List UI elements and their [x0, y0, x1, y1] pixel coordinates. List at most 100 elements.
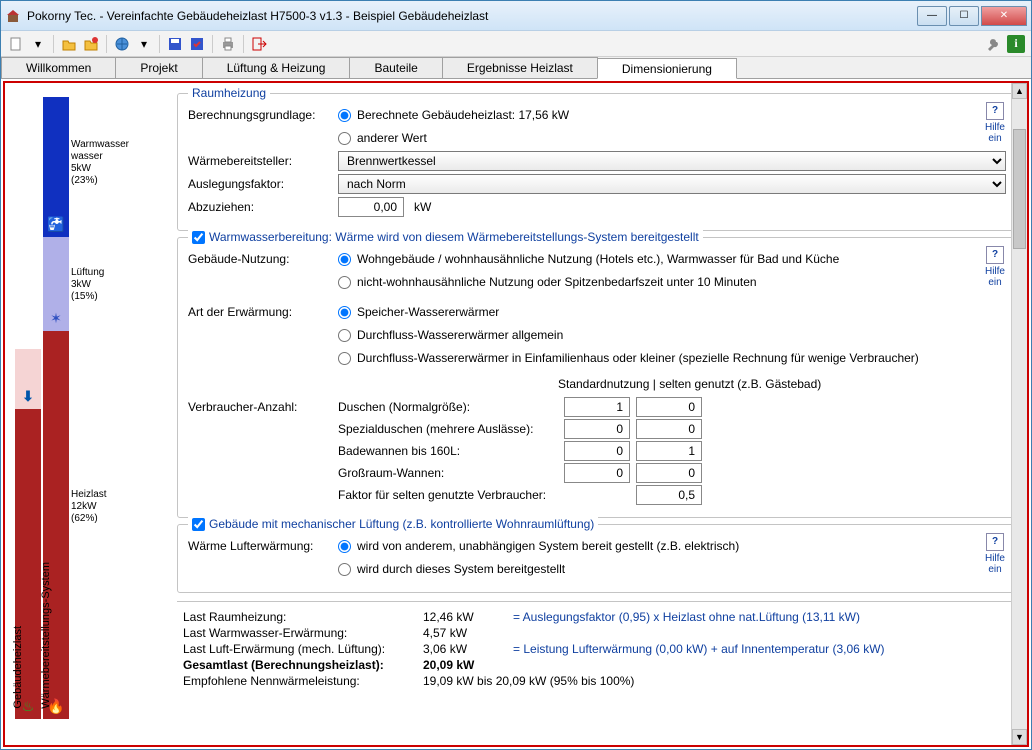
basis-other-radio[interactable]: [338, 132, 351, 145]
art-durchfluss-radio[interactable]: [338, 329, 351, 342]
seg-h-name: Heizlast: [71, 489, 107, 500]
factor-label: Auslegungsfaktor:: [188, 177, 338, 191]
building-load-label: Gebäudeheizlast: [12, 626, 24, 709]
art-efh-label: Durchfluss-Wassererwärmer in Einfamilien…: [357, 351, 919, 365]
app-window: Pokorny Tec. - Vereinfachte Gebäudeheizl…: [0, 0, 1032, 750]
close-button[interactable]: ✕: [981, 6, 1027, 26]
toolbar-separator: [159, 35, 160, 53]
lueftung-group: Gebäude mit mechanischer Lüftung (z.B. k…: [177, 524, 1017, 593]
nutzung-wohn-label: Wohngebäude / wohnhausähnliche Nutzung (…: [357, 252, 839, 266]
seg-ww-pct: (23%): [71, 175, 98, 186]
duschen-selten-input[interactable]: [636, 397, 702, 417]
r4-val: 20,09 kW: [423, 658, 513, 672]
seg-ww-val: 5kW: [71, 163, 91, 174]
art-speicher-radio[interactable]: [338, 306, 351, 319]
r3-val: 3,06 kW: [423, 642, 513, 656]
consumer-header: Standardnutzung | selten genutzt (z.B. G…: [338, 377, 1006, 391]
fan-icon: ✶: [50, 310, 62, 331]
subtract-label: Abzuziehen:: [188, 200, 338, 214]
luft-anderem-label: wird von anderem, unabhängigen System be…: [357, 539, 739, 553]
help-text: Hilfe ein: [985, 122, 1005, 144]
help-raumheizung[interactable]: ?Hilfe ein: [980, 102, 1010, 144]
scroll-up-button[interactable]: ▲: [1012, 83, 1027, 99]
minimize-button[interactable]: —: [917, 6, 947, 26]
save-icon[interactable]: [166, 35, 184, 53]
seg-l-pct: (15%): [71, 291, 98, 302]
luft-anderem-radio[interactable]: [338, 540, 351, 553]
help-ww[interactable]: ?Hilfe ein: [980, 246, 1010, 288]
tap-icon: 🚰: [47, 216, 64, 237]
help-lueftung[interactable]: ?Hilfe ein: [980, 533, 1010, 575]
factor-select[interactable]: nach Norm: [338, 174, 1006, 194]
vertical-scrollbar[interactable]: ▲ ▼: [1011, 83, 1027, 745]
art-efh-radio[interactable]: [338, 352, 351, 365]
ww-legend: Warmwasserbereitung: Wärme wird von dies…: [188, 230, 703, 244]
open-folder-icon[interactable]: [60, 35, 78, 53]
scroll-track[interactable]: [1012, 250, 1027, 729]
exit-icon[interactable]: [250, 35, 268, 53]
seg-l-val: 3kW: [71, 279, 91, 290]
titlebar: Pokorny Tec. - Vereinfachte Gebäudeheizl…: [1, 1, 1031, 31]
duschen-label: Duschen (Normalgröße):: [338, 400, 564, 414]
warmwasser-group: Warmwasserbereitung: Wärme wird von dies…: [177, 237, 1017, 518]
seg-h-pct: (62%): [71, 513, 98, 524]
spezial-selten-input[interactable]: [636, 419, 702, 439]
subtract-input[interactable]: [338, 197, 404, 217]
tab-ergebnisse[interactable]: Ergebnisse Heizlast: [442, 57, 598, 78]
globe-icon[interactable]: [113, 35, 131, 53]
tab-projekt[interactable]: Projekt: [115, 57, 202, 78]
seg-h-val: 12kW: [71, 501, 97, 512]
new-file-icon[interactable]: [7, 35, 25, 53]
bad-std-input[interactable]: [564, 441, 630, 461]
form-panel: Raumheizung ?Hilfe ein Berechnungsgrundl…: [177, 83, 1027, 745]
open-remote-icon[interactable]: [82, 35, 100, 53]
toolbar: ▾ ▾ i: [1, 31, 1031, 57]
luft-diesem-radio[interactable]: [338, 563, 351, 576]
wrench-icon[interactable]: [985, 35, 1003, 53]
faktor-input[interactable]: [636, 485, 702, 505]
toolbar-separator: [53, 35, 54, 53]
new-folder-icon[interactable]: ▾: [29, 35, 47, 53]
r2-label: Last Warmwasser-Erwärmung:: [183, 626, 423, 640]
basis-calc-label: Berechnete Gebäudeheizlast: 17,56 kW: [357, 108, 569, 122]
help-text: Hilfe ein: [985, 553, 1005, 575]
scroll-thumb[interactable]: [1013, 129, 1026, 249]
tab-willkommen[interactable]: Willkommen: [1, 57, 116, 78]
help-text: Hilfe ein: [985, 266, 1005, 288]
globe-dropdown-icon[interactable]: ▾: [135, 35, 153, 53]
luft-label: Wärme Lufterwärmung:: [188, 539, 338, 553]
basis-other-label: anderer Wert: [357, 131, 427, 145]
nutzung-nichtwohn-radio[interactable]: [338, 276, 351, 289]
provider-select[interactable]: Brennwertkessel: [338, 151, 1006, 171]
check-save-icon[interactable]: [188, 35, 206, 53]
toolbar-separator: [243, 35, 244, 53]
spezial-std-input[interactable]: [564, 419, 630, 439]
duschen-std-input[interactable]: [564, 397, 630, 417]
tab-lueftung-heizung[interactable]: Lüftung & Heizung: [202, 57, 351, 78]
tab-dimensionierung[interactable]: Dimensionierung: [597, 58, 737, 79]
r1-label: Last Raumheizung:: [183, 610, 423, 624]
print-icon[interactable]: [219, 35, 237, 53]
system-load-label: Wärmebereitstellungs-System: [40, 562, 52, 709]
gross-std-input[interactable]: [564, 463, 630, 483]
art-label: Art der Erwärmung:: [188, 305, 338, 319]
bar-seg-upper: ⬇: [15, 349, 41, 409]
content-area: Gebäudeheizlast ⬇ ♨ Wärmebereitstellungs…: [3, 81, 1029, 747]
bad-selten-input[interactable]: [636, 441, 702, 461]
segment-labels: Warmwasser wasser 5kW (23%) Lüftung 3kW …: [71, 89, 131, 739]
anzahl-label: Verbraucher-Anzahl:: [188, 400, 338, 414]
tab-bauteile[interactable]: Bauteile: [349, 57, 442, 78]
ww-enable-checkbox[interactable]: [192, 231, 205, 244]
basis-calc-radio[interactable]: [338, 109, 351, 122]
nutzung-wohn-radio[interactable]: [338, 253, 351, 266]
info-icon[interactable]: i: [1007, 35, 1025, 53]
gross-selten-input[interactable]: [636, 463, 702, 483]
maximize-button[interactable]: ☐: [949, 6, 979, 26]
r3-label: Last Luft-Erwärmung (mech. Lüftung):: [183, 642, 423, 656]
r1-form: = Auslegungsfaktor (0,95) x Heizlast ohn…: [513, 610, 1017, 624]
lueftung-enable-checkbox[interactable]: [192, 518, 205, 531]
scroll-down-button[interactable]: ▼: [1012, 729, 1027, 745]
toolbar-separator: [106, 35, 107, 53]
arrow-down-icon: ⬇: [22, 388, 34, 409]
basis-label: Berechnungsgrundlage:: [188, 108, 338, 122]
